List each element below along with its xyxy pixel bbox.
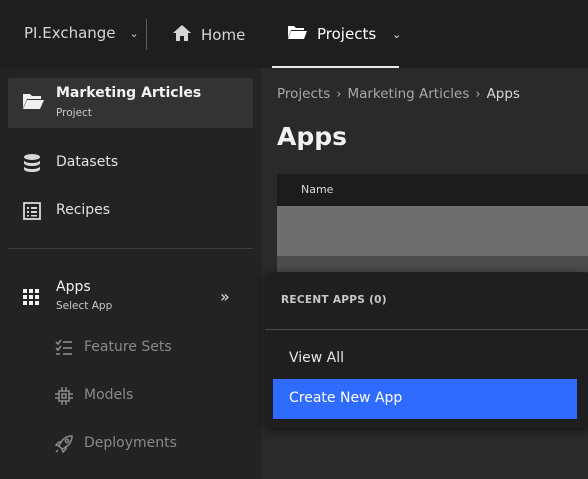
sidebar-item-deployments[interactable]: Deployments: [0, 430, 261, 458]
column-header-name[interactable]: Name: [301, 183, 333, 196]
database-icon: [22, 153, 42, 177]
home-icon: [172, 24, 192, 46]
sidebar-item-feature-sets[interactable]: Feature Sets: [0, 334, 261, 362]
chevron-down-icon: ⌄: [129, 26, 139, 40]
chip-icon: [54, 386, 74, 410]
page-title: Apps: [277, 122, 348, 151]
sidebar-divider: [8, 248, 253, 249]
list-icon: [22, 201, 42, 225]
folder-open-icon: [287, 24, 307, 44]
breadcrumb-current: Apps: [486, 86, 520, 102]
double-chevron-right-icon[interactable]: ››: [220, 287, 230, 306]
checklist-icon: [54, 338, 74, 362]
table-row[interactable]: [277, 256, 588, 272]
chevron-down-icon: ⌄: [392, 27, 402, 41]
recent-apps-heading: RECENT APPS (0): [281, 294, 387, 306]
grid-icon: [22, 288, 40, 310]
sidebar-item-label: Models: [84, 387, 134, 403]
sidebar-item-datasets[interactable]: Datasets: [0, 147, 261, 179]
sidebar-item-models[interactable]: Models: [0, 382, 261, 410]
top-navigation-bar: PI.Exchange ⌄ Home Projects ⌄: [0, 0, 588, 68]
sidebar-item-label: Datasets: [56, 154, 119, 170]
sidebar-item-label: Recipes: [56, 202, 111, 218]
breadcrumb: Projects › Marketing Articles › Apps: [277, 86, 520, 102]
rocket-icon: [54, 434, 74, 458]
apps-dropdown-menu: RECENT APPS (0) View All Create New App: [265, 273, 588, 428]
breadcrumb-projects[interactable]: Projects: [277, 86, 330, 102]
workspace-switcher[interactable]: PI.Exchange ⌄: [24, 24, 139, 42]
sidebar-item-label: Deployments: [84, 435, 177, 451]
breadcrumb-project[interactable]: Marketing Articles: [347, 86, 469, 102]
brand-label: PI.Exchange: [24, 24, 116, 42]
nav-home-label: Home: [201, 26, 246, 44]
create-new-app-label: Create New App: [289, 390, 403, 406]
table-header: Name: [277, 174, 588, 206]
sidebar-item-label: Apps: [56, 279, 91, 295]
nav-projects[interactable]: Projects ⌄: [272, 0, 402, 68]
view-all-menu-item[interactable]: View All: [289, 350, 344, 366]
project-card[interactable]: Marketing Articles Project: [8, 78, 253, 128]
folder-open-icon: [22, 92, 44, 114]
nav-divider: [146, 19, 147, 50]
chevron-right-icon: ›: [336, 86, 342, 102]
sidebar-item-apps[interactable]: Apps Select App ››: [0, 274, 261, 322]
project-name: Marketing Articles: [56, 85, 202, 101]
sidebar-item-label: Feature Sets: [84, 339, 172, 355]
sidebar-item-recipes[interactable]: Recipes: [0, 195, 261, 227]
chevron-right-icon: ›: [475, 86, 481, 102]
nav-home[interactable]: Home: [172, 24, 245, 46]
table-row[interactable]: [277, 206, 588, 256]
project-subtitle: Project: [56, 107, 92, 119]
menu-divider: [265, 329, 588, 330]
sidebar-item-subtitle: Select App: [56, 300, 113, 312]
sidebar: Marketing Articles Project Datasets Reci…: [0, 68, 261, 479]
create-new-app-menu-item[interactable]: Create New App: [273, 379, 577, 419]
nav-projects-label: Projects: [317, 25, 377, 43]
